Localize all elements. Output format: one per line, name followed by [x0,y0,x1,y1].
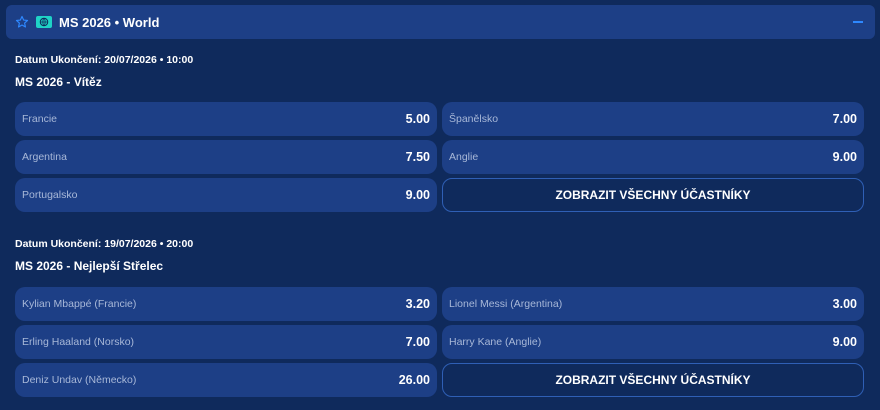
odd-button[interactable]: Španělsko 7.00 [442,102,864,136]
market-title: MS 2026 - Nejlepší Střelec [15,259,164,273]
competition-header[interactable]: MS 2026 • World [6,5,875,39]
show-all-participants-button[interactable]: ZOBRAZIT VŠECHNY ÚČASTNÍKY [442,363,864,397]
globe-icon [36,16,52,28]
show-all-participants-button[interactable]: ZOBRAZIT VŠECHNY ÚČASTNÍKY [442,178,864,212]
outcome-odds: 7.00 [405,335,430,349]
market-end-date: Datum Ukončení: 20/07/2026 • 10:00 [15,54,194,66]
odd-button[interactable]: Deniz Undav (Německo) 26.00 [15,363,437,397]
odd-button[interactable]: Portugalsko 9.00 [15,178,437,212]
outcome-odds: 3.20 [405,297,430,311]
outcomes-grid-winner: Francie 5.00 Španělsko 7.00 Argentina 7.… [15,102,864,212]
outcomes-grid-top-scorer: Kylian Mbappé (Francie) 3.20 Lionel Mess… [15,287,864,397]
star-icon[interactable] [15,15,29,29]
odd-button[interactable]: Erling Haaland (Norsko) 7.00 [15,325,437,359]
outcome-name: Deniz Undav (Německo) [22,374,137,386]
outcome-name: Španělsko [449,113,499,125]
market-top-scorer: Datum Ukončení: 19/07/2026 • 20:00 MS 20… [15,237,865,274]
collapse-icon[interactable] [853,21,863,23]
odd-button[interactable]: Francie 5.00 [15,102,437,136]
outcome-odds: 9.00 [832,150,857,164]
outcome-odds: 7.50 [405,150,430,164]
odd-button[interactable]: Lionel Messi (Argentina) 3.00 [442,287,864,321]
outcome-name: Francie [22,113,58,125]
outcome-name: Erling Haaland (Norsko) [22,336,135,348]
outcome-name: Anglie [449,151,479,163]
market-winner: Datum Ukončení: 20/07/2026 • 10:00 MS 20… [15,53,865,90]
odd-button[interactable]: Anglie 9.00 [442,140,864,174]
outcome-odds: 9.00 [832,335,857,349]
market-end-date: Datum Ukončení: 19/07/2026 • 20:00 [15,238,194,250]
odd-button[interactable]: Harry Kane (Anglie) 9.00 [442,325,864,359]
outcome-name: Argentina [22,151,67,163]
outcome-name: Kylian Mbappé (Francie) [22,298,137,310]
outcome-odds: 5.00 [405,112,430,126]
outcome-name: Harry Kane (Anglie) [449,336,542,348]
outcome-odds: 9.00 [405,188,430,202]
odd-button[interactable]: Argentina 7.50 [15,140,437,174]
market-title: MS 2026 - Vítěz [15,75,102,89]
outcome-name: Portugalsko [22,189,78,201]
odd-button[interactable]: Kylian Mbappé (Francie) 3.20 [15,287,437,321]
outcome-odds: 3.00 [832,297,857,311]
outcome-odds: 26.00 [398,373,430,387]
outcome-odds: 7.00 [832,112,857,126]
page-title: MS 2026 • World [59,14,160,30]
outcome-name: Lionel Messi (Argentina) [449,298,563,310]
